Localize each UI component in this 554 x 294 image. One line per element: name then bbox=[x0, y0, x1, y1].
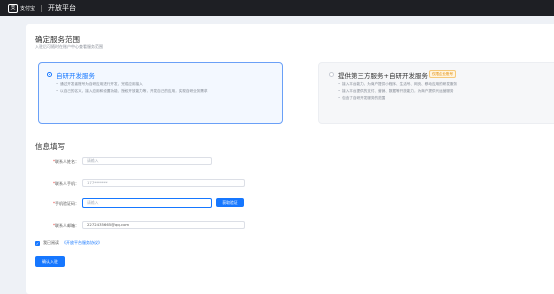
option-self-dev-line-1: 通过开发者账号为自研应用进行开发，完成应用接入 bbox=[56, 82, 143, 87]
agreement-link[interactable]: 《开放平台服务协议》 bbox=[62, 240, 102, 246]
phone-label: *联系人手机： bbox=[53, 181, 79, 186]
agreement-checkbox[interactable]: ✓ bbox=[35, 240, 40, 246]
option-third-party-title: 提供第三方服务+自研开发服务 bbox=[338, 72, 428, 80]
platform-title: 开放平台 bbox=[48, 4, 77, 12]
code-label: *手机验证码： bbox=[53, 201, 79, 206]
agreement-prefix: 我已阅读 bbox=[43, 240, 59, 245]
option-self-dev-title: 自研开发服务 bbox=[56, 72, 95, 80]
confirm-button[interactable]: 确认入驻 bbox=[35, 256, 65, 267]
name-label: *联系人姓名： bbox=[53, 159, 79, 164]
radio-third-party[interactable] bbox=[329, 72, 334, 77]
form-title: 信息填写 bbox=[35, 142, 65, 151]
option-third-party-line-1: 接入平台能力，为商户提供小程序、生活号、网页、移动应用的研发服务 bbox=[338, 82, 457, 87]
option-third-party-line-3: 包含了自研开发服务的范围 bbox=[338, 96, 385, 101]
get-code-button[interactable]: 获取验证 bbox=[216, 198, 244, 207]
alipay-logo[interactable]: 支 支付宝 bbox=[8, 3, 36, 13]
agreement-row: ✓ 我已阅读 《开放平台服务协议》 bbox=[35, 240, 102, 246]
scope-subtitle: 入驻后可随时在账户中心查看服务范围 bbox=[35, 44, 103, 49]
email-label: *联系人邮箱： bbox=[53, 223, 79, 228]
name-input[interactable]: 请输入 bbox=[82, 157, 212, 165]
option-self-dev[interactable]: 自研开发服务 通过开发者账号为自研应用进行开发，完成应用接入 以自己的名义，接入… bbox=[38, 62, 283, 124]
radio-self-dev[interactable] bbox=[47, 72, 52, 77]
enterprise-only-badge: 仅限企业账号 bbox=[429, 70, 456, 78]
option-third-party-line-2: 接入平台提供的支付、营销、数据等开放能力，为商户提供代运营服务 bbox=[338, 89, 453, 94]
phone-input[interactable]: 177******* bbox=[82, 179, 245, 187]
email-input[interactable]: 2272435665@qq.com bbox=[82, 221, 245, 229]
alipay-logo-text: 支付宝 bbox=[20, 5, 36, 12]
alipay-logo-icon: 支 bbox=[8, 3, 18, 13]
code-input[interactable]: 请输入 bbox=[82, 198, 212, 208]
option-self-dev-line-2: 以自己的名义，接入应用和设置功能、授权开放能力等，开发自己的应用，实现自研业务需… bbox=[56, 89, 207, 94]
option-third-party[interactable]: 提供第三方服务+自研开发服务 仅限企业账号 接入平台能力，为商户提供小程序、生活… bbox=[318, 62, 554, 124]
top-bar: 支 支付宝 开放平台 bbox=[0, 0, 554, 16]
divider bbox=[41, 4, 43, 12]
